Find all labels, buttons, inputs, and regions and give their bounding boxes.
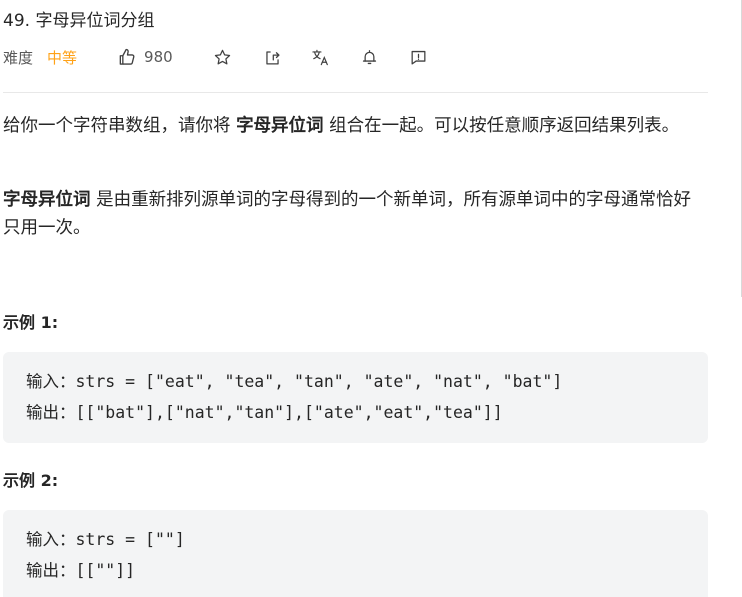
favorite-button[interactable]: [212, 46, 234, 68]
like-button[interactable]: 980: [117, 47, 173, 67]
difficulty-value: 中等: [47, 48, 78, 67]
star-icon: [214, 49, 231, 64]
share-button[interactable]: [262, 46, 284, 68]
problem-meta-bar: 难度 中等 980: [3, 44, 430, 70]
like-count: 980: [144, 48, 173, 66]
translate-icon: [312, 49, 329, 65]
translate-button[interactable]: [310, 46, 332, 68]
example-1-code-block: 输入：strs = ["eat", "tea", "tan", "ate", "…: [3, 352, 708, 443]
description-paragraph-2: 字母异位词 是由重新排列源单词的字母得到的一个新单词，所有源单词中的字母通常恰好…: [3, 186, 708, 242]
example-2-input: 输入：strs = [""]: [26, 530, 185, 549]
example-2-title: 示例 2:: [3, 471, 59, 490]
example-1-input: 输入：strs = ["eat", "tea", "tan", "ate", "…: [26, 372, 563, 391]
feedback-button[interactable]: [408, 46, 430, 68]
header-divider: [3, 92, 708, 93]
description-term: 字母异位词: [3, 190, 91, 210]
description-text: 组合在一起。可以按任意顺序返回结果列表。: [323, 116, 680, 136]
example-2-output: 输出：[[""]]: [26, 561, 136, 580]
bell-icon: [363, 49, 377, 64]
difficulty-label: 难度: [3, 48, 34, 67]
example-1-output: 输出：[["bat"],["nat","tan"],["ate","eat","…: [26, 403, 503, 422]
subscribe-button[interactable]: [359, 46, 381, 68]
problem-title: 49. 字母异位词分组: [3, 11, 155, 31]
example-1-title: 示例 1:: [3, 313, 59, 332]
description-term: 字母异位词: [236, 116, 324, 136]
thumbs-up-icon: [117, 47, 137, 67]
feedback-icon: [411, 50, 426, 64]
description-text: 是由重新排列源单词的字母得到的一个新单词，所有源单词中的字母通常恰好只用一次。: [3, 190, 692, 238]
example-2-code-block: 输入：strs = [""] 输出：[[""]]: [3, 510, 708, 597]
description-text: 给你一个字符串数组，请你将: [3, 116, 237, 136]
description-paragraph-1: 给你一个字符串数组，请你将 字母异位词 组合在一起。可以按任意顺序返回结果列表。: [3, 112, 708, 140]
share-icon: [266, 50, 280, 64]
